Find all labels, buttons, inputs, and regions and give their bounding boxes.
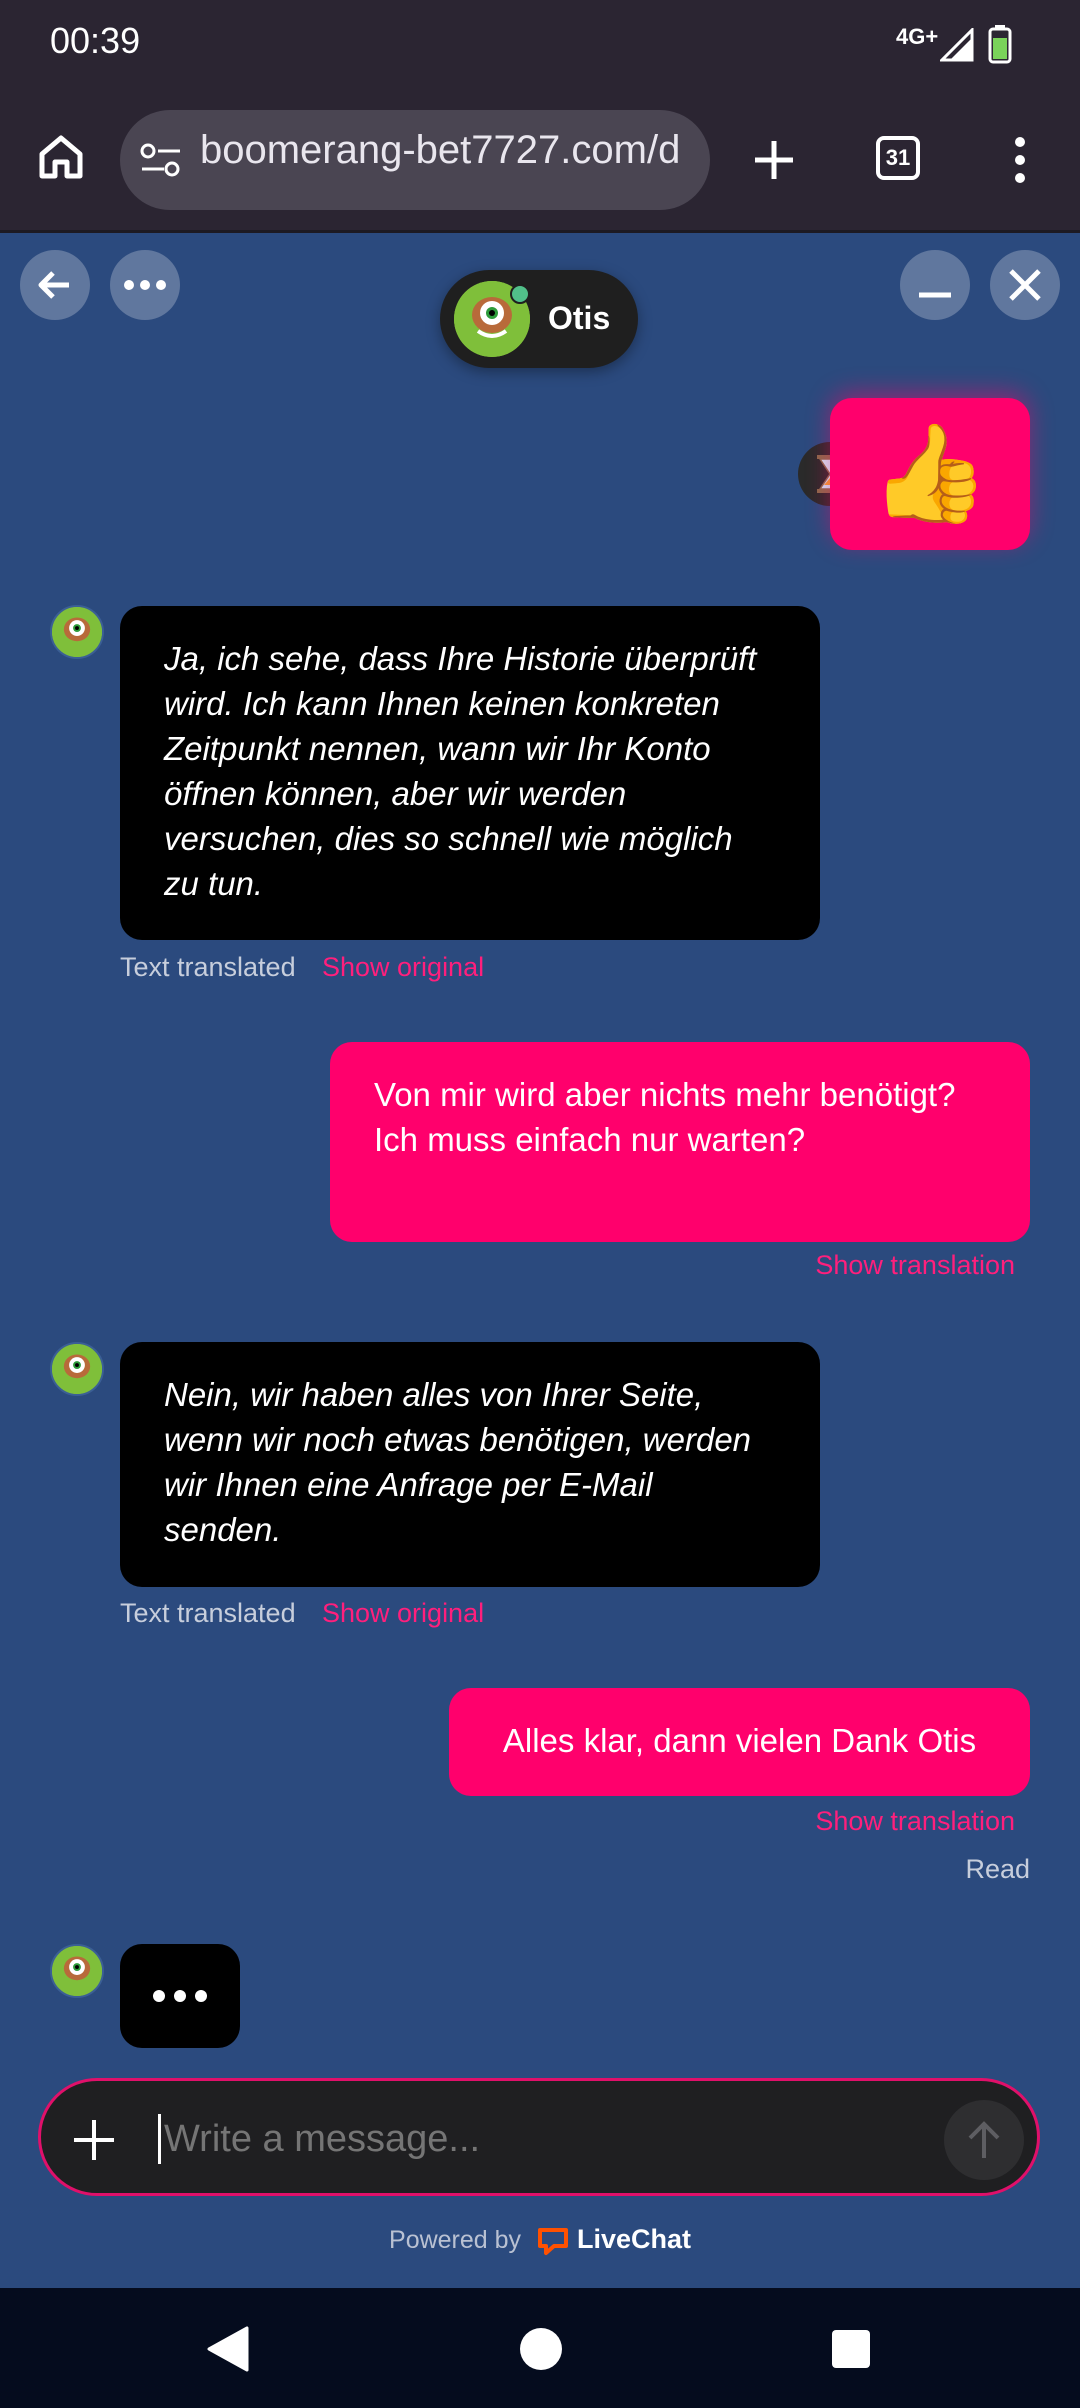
more-menu-icon[interactable] <box>1008 136 1032 186</box>
user-message-text: Alles klar, dann vielen Dank Otis <box>502 1722 977 1759</box>
url-text[interactable]: boomerang-bet7727.com/d <box>200 128 690 173</box>
agent-name: Otis <box>548 300 611 336</box>
close-chat-button[interactable] <box>990 250 1060 320</box>
nav-recents-icon[interactable] <box>830 2328 872 2370</box>
show-original-link[interactable]: Show original <box>322 952 484 983</box>
arrow-left-icon <box>38 271 69 299</box>
minimize-icon <box>919 292 951 298</box>
signal-icon <box>940 28 974 62</box>
agent-message: Ja, ich sehe, dass Ihre Historie überprü… <box>120 606 820 940</box>
monster-avatar-icon <box>52 1344 102 1394</box>
tab-switcher-button[interactable]: 31 <box>876 136 920 180</box>
read-receipt: Read <box>965 1854 1030 1884</box>
arrow-up-icon <box>968 2121 1000 2158</box>
minimize-button[interactable] <box>900 250 970 320</box>
online-indicator <box>510 284 530 304</box>
agent-header[interactable]: Otis <box>440 270 638 368</box>
user-message: Alles klar, dann vielen Dank Otis <box>449 1688 1030 1796</box>
nav-back-icon[interactable] <box>205 2324 251 2374</box>
add-attachment-icon[interactable] <box>72 2118 116 2162</box>
agent-message-text: Ja, ich sehe, dass Ihre Historie überprü… <box>164 640 757 902</box>
thumbs-up-emoji: 👍 <box>870 420 990 527</box>
agent-message: Nein, wir haben alles von Ihrer Seite, w… <box>120 1342 820 1587</box>
show-translation-link[interactable]: Show translation <box>700 1806 1015 1837</box>
battery-icon <box>988 25 1012 64</box>
site-settings-icon[interactable] <box>140 142 182 178</box>
typing-dots-icon <box>153 1990 207 2002</box>
agent-avatar-small <box>50 1342 104 1396</box>
show-original-link[interactable]: Show original <box>322 1598 484 1629</box>
close-icon <box>1009 269 1041 301</box>
send-button[interactable] <box>944 2100 1024 2180</box>
monster-avatar-icon <box>52 1946 102 1996</box>
status-bar: 00:39 4G+ <box>0 0 1080 90</box>
text-cursor <box>158 2114 161 2164</box>
translated-label: Text translated <box>120 952 296 982</box>
livechat-logo-icon <box>538 2228 568 2256</box>
powered-by: Powered by LiveChat <box>0 2224 1080 2256</box>
agent-message-text: Nein, wir haben alles von Ihrer Seite, w… <box>164 1376 752 1548</box>
user-message: Von mir wird aber nichts mehr benötigt? … <box>330 1042 1030 1242</box>
navigation-bar <box>0 2288 1080 2408</box>
livechat-brand[interactable]: LiveChat <box>577 2224 691 2254</box>
new-tab-icon[interactable] <box>752 138 796 182</box>
nav-home-icon[interactable] <box>518 2326 564 2372</box>
agent-avatar-small <box>50 1944 104 1998</box>
tab-count: 31 <box>885 145 911 170</box>
agent-avatar-small <box>50 605 104 659</box>
chat-options-button[interactable] <box>110 250 180 320</box>
translated-label: Text translated <box>120 1598 296 1628</box>
message-input[interactable] <box>162 2108 926 2170</box>
user-message-emoji: 👍 <box>830 398 1030 550</box>
network-label: 4G+ <box>896 24 939 49</box>
user-message-text: Von mir wird aber nichts mehr benötigt? … <box>374 1076 956 1158</box>
back-button[interactable] <box>20 250 90 320</box>
powered-by-label: Powered by <box>389 2226 522 2254</box>
home-icon[interactable] <box>36 132 86 182</box>
typing-indicator <box>120 1944 240 2048</box>
show-translation-link[interactable]: Show translation <box>700 1250 1015 1281</box>
monster-avatar-icon <box>52 607 102 657</box>
ellipsis-icon <box>124 280 166 290</box>
status-time: 00:39 <box>50 20 141 61</box>
